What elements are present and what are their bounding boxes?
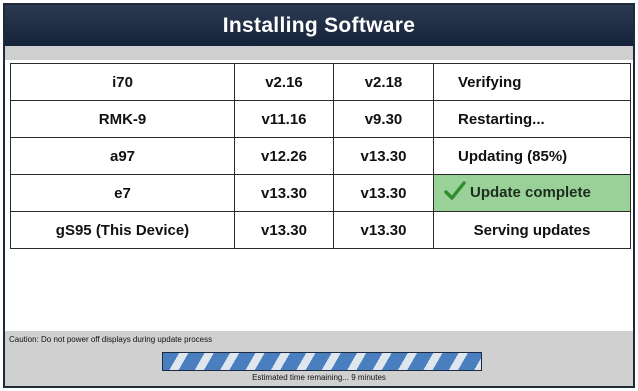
device-status: Update complete [470,183,591,201]
window-title: Installing Software [222,13,416,37]
target-version: v13.30 [333,174,434,212]
device-name: e7 [10,174,235,212]
table-row: RMK-9 v11.16 v9.30 Restarting... [10,100,631,138]
target-version: v13.30 [333,211,434,249]
footer-panel: Caution: Do not power off displays durin… [5,331,633,386]
checkmark-icon [444,181,466,205]
caution-text: Caution: Do not power off displays durin… [9,335,213,344]
progress-fill [163,353,481,370]
device-update-table: i70 v2.16 v2.18 Verifying RMK-9 v11.16 v… [10,63,631,249]
current-version: v13.30 [234,211,334,249]
installer-window: Installing Software i70 v2.16 v2.18 Veri… [3,3,635,388]
device-status: Updating (85%) [433,137,631,175]
table-row: i70 v2.16 v2.18 Verifying [10,63,631,101]
current-version: v13.30 [234,174,334,212]
table-row: gS95 (This Device) v13.30 v13.30 Serving… [10,211,631,249]
current-version: v2.16 [234,63,334,101]
device-status: Serving updates [433,211,631,249]
device-name: i70 [10,63,235,101]
target-version: v2.18 [333,63,434,101]
progress-bar [162,352,482,371]
time-remaining-text: Estimated time remaining... 9 minutes [252,373,386,382]
current-version: v12.26 [234,137,334,175]
title-bar: Installing Software [5,5,633,46]
table-row: a97 v12.26 v13.30 Updating (85%) [10,137,631,175]
header-divider [5,46,633,60]
device-status: Restarting... [433,100,631,138]
device-name: a97 [10,137,235,175]
device-name: RMK-9 [10,100,235,138]
device-name: gS95 (This Device) [10,211,235,249]
table-row: e7 v13.30 v13.30 Update complete [10,174,631,212]
device-status-complete: Update complete [433,174,631,212]
current-version: v11.16 [234,100,334,138]
device-status: Verifying [433,63,631,101]
target-version: v13.30 [333,137,434,175]
target-version: v9.30 [333,100,434,138]
